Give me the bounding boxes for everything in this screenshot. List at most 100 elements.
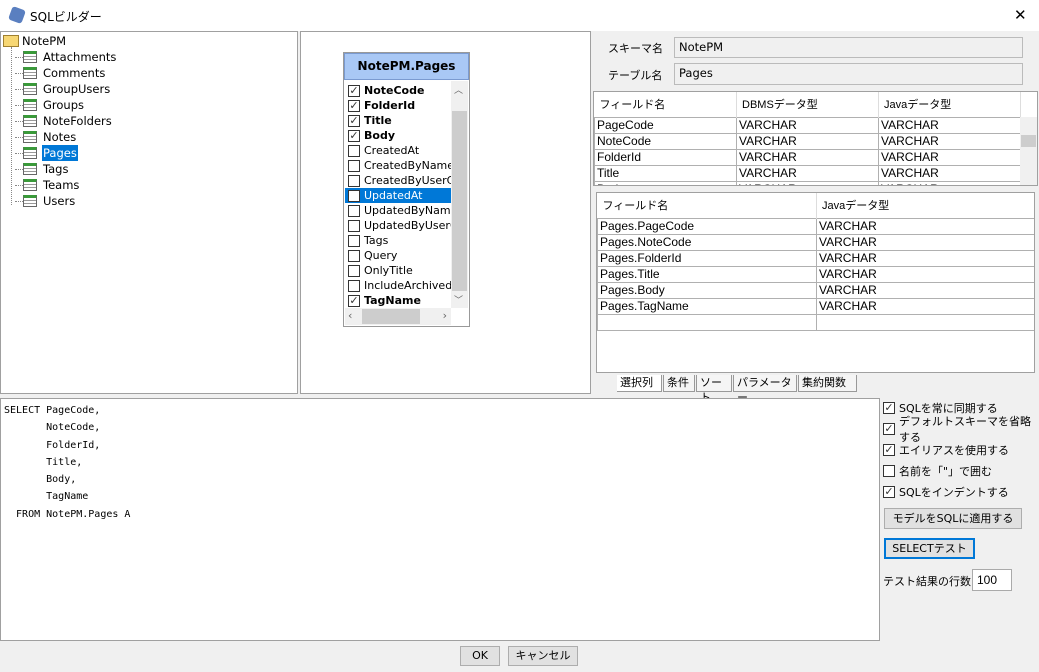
sql-editor[interactable]: SELECT PageCode, NoteCode, FolderId, Tit… <box>0 398 880 641</box>
grid-cell[interactable]: Pages.TagName <box>597 297 817 315</box>
grid-scrollbar[interactable] <box>1020 117 1037 185</box>
grid-header[interactable]: フィールド名 <box>597 193 817 218</box>
grid-cell[interactable]: VARCHAR <box>736 164 879 182</box>
horizontal-scrollbar[interactable]: ‹ › <box>345 308 451 325</box>
grid-cell[interactable]: VARCHAR <box>878 180 1021 185</box>
column-item[interactable]: ✓ NoteCode <box>348 83 451 98</box>
tab-item[interactable]: パラメーター <box>733 375 797 404</box>
column-item[interactable]: Tags <box>348 233 451 248</box>
grid-cell[interactable]: FolderId <box>594 148 737 166</box>
grid-cell[interactable]: VARCHAR <box>736 132 879 150</box>
column-checkbox[interactable] <box>348 174 360 187</box>
apply-model-button[interactable]: モデルをSQLに適用する <box>884 508 1022 529</box>
column-checkbox[interactable] <box>348 159 360 172</box>
tab-item[interactable]: 条件 <box>663 375 695 392</box>
column-checkbox[interactable] <box>348 204 360 217</box>
grid-cell[interactable]: Pages.PageCode <box>597 217 817 235</box>
grid-cell[interactable]: VARCHAR <box>816 297 1034 315</box>
grid-row[interactable]: NoteCode VARCHAR VARCHAR <box>594 132 1021 150</box>
grid-row[interactable]: FolderId VARCHAR VARCHAR <box>594 148 1021 166</box>
fields-grid[interactable]: フィールド名 DBMSデータ型 Javaデータ型 PageCode VARCHAR VAR… <box>593 91 1038 186</box>
tab-item[interactable]: 集約関数 <box>798 375 857 392</box>
grid-cell[interactable]: VARCHAR <box>736 148 879 166</box>
grid-row[interactable]: Pages.PageCode VARCHAR <box>597 217 1034 235</box>
grid-cell[interactable]: Pages.Title <box>597 265 817 283</box>
column-item[interactable]: ✓ Title <box>348 113 451 128</box>
column-item[interactable]: ✓ FolderId <box>348 98 451 113</box>
tab-item[interactable]: 選択列 <box>617 375 662 392</box>
checkbox[interactable]: ✓ <box>883 444 895 456</box>
grid-cell[interactable]: Title <box>594 164 737 182</box>
tree-item[interactable]: Notes <box>15 129 77 145</box>
column-item[interactable]: Query <box>348 248 451 263</box>
grid-row[interactable]: BodyVARCHARVARCHAR <box>594 180 1021 185</box>
grid-cell[interactable]: VARCHAR <box>816 249 1034 267</box>
grid-cell[interactable]: NoteCode <box>594 132 737 150</box>
column-item[interactable]: UpdatedByName <box>348 203 451 218</box>
grid-cell[interactable]: VARCHAR <box>816 233 1034 251</box>
column-item[interactable]: UpdatedAt <box>345 188 451 203</box>
column-checkbox[interactable]: ✓ <box>348 114 360 127</box>
grid-cell[interactable]: VARCHAR <box>878 132 1021 150</box>
grid-cell[interactable]: VARCHAR <box>816 281 1034 299</box>
column-checkbox[interactable]: ✓ <box>348 294 360 307</box>
column-item[interactable]: IncludeArchived <box>348 278 451 293</box>
column-checkbox[interactable]: ✓ <box>348 84 360 97</box>
tree-item[interactable]: NoteFolders <box>15 113 113 129</box>
option-checkbox[interactable]: ✓ SQLをインデントする <box>883 484 1009 500</box>
column-checkbox[interactable] <box>348 279 360 292</box>
column-checkbox[interactable] <box>348 234 360 247</box>
grid-row[interactable]: Pages.NoteCode VARCHAR <box>597 233 1034 251</box>
grid-header[interactable]: Javaデータ型 <box>816 193 1034 218</box>
vertical-scrollbar[interactable]: ︿ ﹀ <box>451 81 468 308</box>
tree-item[interactable]: Pages <box>15 145 78 161</box>
grid-header[interactable]: DBMSデータ型 <box>736 92 879 117</box>
tree-item[interactable]: Attachments <box>15 49 117 65</box>
tree-item[interactable]: Groups <box>15 97 85 113</box>
grid-row[interactable]: Pages.Title VARCHAR <box>597 265 1034 283</box>
tab-item[interactable]: ソート <box>696 375 732 404</box>
grid-row[interactable] <box>597 313 1034 331</box>
tree-item[interactable]: Tags <box>15 161 69 177</box>
column-item[interactable]: ✓ Body <box>348 128 451 143</box>
column-checkbox[interactable]: ✓ <box>348 129 360 142</box>
checkbox[interactable]: ✓ <box>883 423 895 435</box>
checkbox[interactable]: ✓ <box>883 486 895 498</box>
grid-cell[interactable]: VARCHAR <box>878 164 1021 182</box>
selected-columns-grid[interactable]: フィールド名 Javaデータ型 Pages.PageCode VARCHAR Pages… <box>596 192 1035 373</box>
tree-item[interactable]: Users <box>15 193 76 209</box>
option-checkbox[interactable]: ✓ デフォルトスキーマを省略する <box>883 415 1039 444</box>
grid-row[interactable]: Pages.FolderId VARCHAR <box>597 249 1034 267</box>
grid-cell[interactable] <box>816 313 1034 331</box>
column-item[interactable]: CreatedAt <box>348 143 451 158</box>
rows-field[interactable]: 100 <box>972 569 1012 591</box>
grid-row[interactable]: PageCode VARCHAR VARCHAR <box>594 116 1021 134</box>
column-item[interactable]: UpdatedByUserCode <box>348 218 451 233</box>
grid-cell[interactable]: Body <box>594 180 737 185</box>
cancel-button[interactable]: キャンセル <box>508 646 578 666</box>
grid-cell[interactable]: VARCHAR <box>816 265 1034 283</box>
column-item[interactable]: CreatedByUserCode <box>348 173 451 188</box>
grid-row[interactable]: Title VARCHAR VARCHAR <box>594 164 1021 182</box>
grid-header[interactable]: フィールド名 <box>594 92 737 117</box>
grid-cell[interactable]: Pages.Body <box>597 281 817 299</box>
checkbox[interactable]: ✓ <box>883 402 895 414</box>
grid-row[interactable]: Pages.Body VARCHAR <box>597 281 1034 299</box>
option-checkbox[interactable]: ✓ エイリアスを使用する <box>883 442 1009 458</box>
tree-item[interactable]: GroupUsers <box>15 81 111 97</box>
grid-cell[interactable]: Pages.NoteCode <box>597 233 817 251</box>
grid-cell[interactable]: PageCode <box>594 116 737 134</box>
checkbox[interactable] <box>883 465 895 477</box>
grid-header[interactable]: Javaデータ型 <box>878 92 1021 117</box>
option-checkbox[interactable]: 名前を「"」で囲む <box>883 463 992 479</box>
tree-item[interactable]: Teams <box>15 177 80 193</box>
table-field[interactable]: Pages <box>674 63 1023 85</box>
schema-field[interactable]: NotePM <box>674 37 1023 58</box>
column-item[interactable]: ✓ TagName <box>348 293 451 308</box>
sql-text[interactable]: SELECT PageCode, NoteCode, FolderId, Tit… <box>1 399 879 526</box>
grid-cell[interactable]: VARCHAR <box>816 217 1034 235</box>
ok-button[interactable]: OK <box>460 646 500 666</box>
grid-row[interactable]: Pages.TagName VARCHAR <box>597 297 1034 315</box>
column-item[interactable]: CreatedByName <box>348 158 451 173</box>
column-item[interactable]: OnlyTitle <box>348 263 451 278</box>
